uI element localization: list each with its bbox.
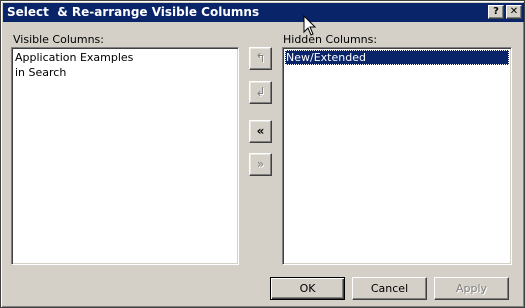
hidden-columns-list[interactable]: New/Extended (282, 47, 512, 265)
list-item[interactable]: New/Extended (285, 50, 509, 65)
close-button[interactable]: ✕ (506, 5, 522, 19)
list-item[interactable]: Application Examples (14, 50, 236, 65)
ok-button[interactable]: OK (270, 277, 345, 300)
mouse-pointer-icon (303, 15, 317, 36)
move-up-button[interactable]: ↰ (249, 47, 272, 70)
apply-button[interactable]: Apply (434, 277, 509, 300)
double-chevron-right-icon: » (256, 157, 265, 171)
help-button[interactable]: ? (488, 5, 504, 19)
select-columns-dialog: Select & Re-arrange Visible Columns ? ✕ … (0, 0, 525, 308)
visible-columns-list[interactable]: Application Examples in Search (11, 47, 239, 265)
move-down-icon: ↲ (255, 85, 266, 99)
move-down-button[interactable]: ↲ (249, 81, 272, 104)
hide-all-button[interactable]: » (249, 153, 272, 176)
show-all-button[interactable]: « (249, 120, 272, 143)
double-chevron-left-icon: « (256, 124, 265, 138)
title-bar[interactable]: Select & Re-arrange Visible Columns ? ✕ (3, 3, 524, 22)
window-title: Select & Re-arrange Visible Columns (7, 5, 260, 19)
visible-columns-label: Visible Columns: (13, 33, 104, 46)
hidden-columns-label: Hidden Columns: (283, 33, 378, 46)
move-up-icon: ↰ (255, 51, 266, 65)
cancel-button[interactable]: Cancel (352, 277, 427, 300)
list-item[interactable]: in Search (14, 65, 236, 80)
